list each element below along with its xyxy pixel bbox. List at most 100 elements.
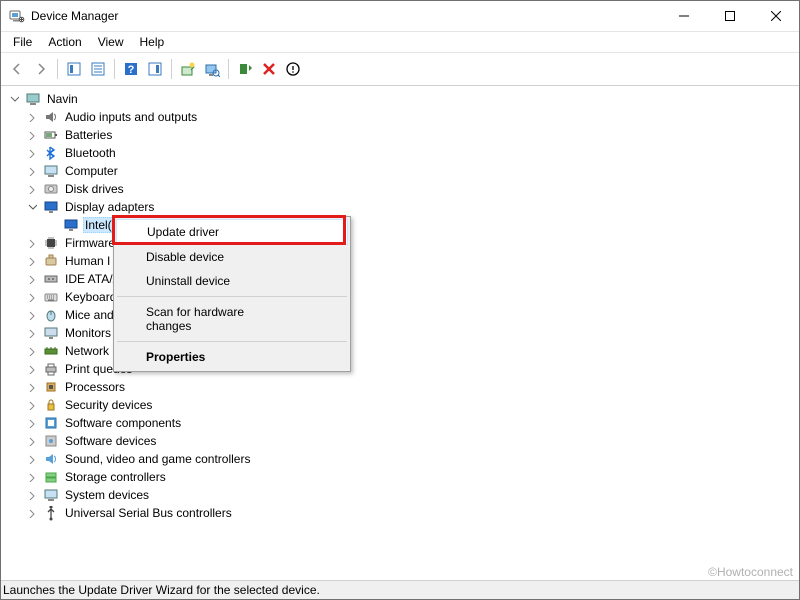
ctx-separator	[117, 296, 347, 297]
device-tree[interactable]: Navin Audio inputs and outputsBatteries B…	[1, 86, 799, 580]
minimize-button[interactable]	[661, 1, 707, 31]
printer-icon	[43, 361, 59, 377]
collapse-icon[interactable]	[7, 92, 21, 106]
expand-icon[interactable]	[25, 398, 39, 412]
disk-icon	[43, 181, 59, 197]
expand-icon[interactable]	[25, 380, 39, 394]
ctx-separator	[117, 341, 347, 342]
close-button[interactable]	[753, 1, 799, 31]
tree-category-display[interactable]: Display adapters	[5, 198, 799, 216]
tree-category-computer[interactable]: Computer	[5, 162, 799, 180]
expand-icon[interactable]	[25, 236, 39, 250]
expand-icon[interactable]	[25, 308, 39, 322]
category-label: Keyboard	[63, 289, 118, 305]
expand-icon[interactable]	[25, 128, 39, 142]
expand-icon[interactable]	[25, 146, 39, 160]
tree-category-processors[interactable]: Processors	[5, 378, 799, 396]
statusbar: Launches the Update Driver Wizard for th…	[1, 580, 799, 599]
tree-category-storage[interactable]: Storage controllers	[5, 468, 799, 486]
sound-icon	[43, 451, 59, 467]
tree-category-sound[interactable]: Sound, video and game controllers	[5, 450, 799, 468]
category-label: Processors	[63, 379, 127, 395]
softdev-icon	[43, 433, 59, 449]
toolbar-separator	[171, 59, 172, 79]
toolbar-separator	[57, 59, 58, 79]
enable-device-icon[interactable]	[233, 57, 257, 81]
speaker-icon	[43, 109, 59, 125]
watermark: ©Howtoconnect	[708, 565, 793, 579]
tree-category-softcomp[interactable]: Software components	[5, 414, 799, 432]
maximize-button[interactable]	[707, 1, 753, 31]
expand-icon[interactable]	[25, 470, 39, 484]
tree-category-batteries[interactable]: Batteries	[5, 126, 799, 144]
ctx-update-driver[interactable]: Update driver	[116, 219, 348, 245]
toolbar-separator	[114, 59, 115, 79]
uninstall-device-icon[interactable]	[281, 57, 305, 81]
toolbar-icon-1[interactable]	[62, 57, 86, 81]
chip-icon	[43, 235, 59, 251]
category-label: System devices	[63, 487, 151, 503]
toolbar-icon-3[interactable]	[143, 57, 167, 81]
svg-text:?: ?	[128, 64, 135, 76]
battery-icon	[43, 127, 59, 143]
category-label: Storage controllers	[63, 469, 168, 485]
help-icon[interactable]: ?	[119, 57, 143, 81]
menu-file[interactable]: File	[5, 33, 40, 51]
usb-icon	[43, 505, 59, 521]
menu-view[interactable]: View	[90, 33, 132, 51]
titlebar: Device Manager	[1, 1, 799, 32]
tree-category-system[interactable]: System devices	[5, 486, 799, 504]
category-label: Batteries	[63, 127, 114, 143]
category-label: Software components	[63, 415, 183, 431]
hid-icon	[43, 253, 59, 269]
expand-icon[interactable]	[25, 182, 39, 196]
category-label: Firmware	[63, 235, 117, 251]
expand-icon[interactable]	[25, 434, 39, 448]
expand-icon[interactable]	[25, 488, 39, 502]
expand-icon[interactable]	[25, 506, 39, 520]
expand-icon[interactable]	[25, 272, 39, 286]
expand-icon[interactable]	[25, 254, 39, 268]
menu-help[interactable]: Help	[132, 33, 173, 51]
ctx-disable-device[interactable]: Disable device	[116, 245, 348, 269]
ctx-uninstall-device[interactable]: Uninstall device	[116, 269, 348, 293]
category-label: Sound, video and game controllers	[63, 451, 252, 467]
expand-icon[interactable]	[25, 362, 39, 376]
expand-icon[interactable]	[25, 110, 39, 124]
tree-root[interactable]: Navin	[5, 90, 799, 108]
tree-category-audio[interactable]: Audio inputs and outputs	[5, 108, 799, 126]
category-label: Mice and	[63, 307, 116, 323]
category-label: Display adapters	[63, 199, 156, 215]
menu-action[interactable]: Action	[40, 33, 89, 51]
display-icon	[43, 199, 59, 215]
ctx-properties[interactable]: Properties	[116, 345, 348, 369]
disable-device-icon[interactable]	[257, 57, 281, 81]
update-driver-icon[interactable]	[176, 57, 200, 81]
tree-category-usb[interactable]: Universal Serial Bus controllers	[5, 504, 799, 522]
tree-category-security[interactable]: Security devices	[5, 396, 799, 414]
expand-icon[interactable]	[25, 416, 39, 430]
category-label: Monitors	[63, 325, 113, 341]
expand-icon[interactable]	[25, 326, 39, 340]
network-icon	[43, 343, 59, 359]
tree-category-disk[interactable]: Disk drives	[5, 180, 799, 198]
tree-category-softdev[interactable]: Software devices	[5, 432, 799, 450]
expand-icon[interactable]	[25, 344, 39, 358]
tree-category-bluetooth[interactable]: Bluetooth	[5, 144, 799, 162]
computer-icon	[25, 91, 41, 107]
context-menu: Update driver Disable device Uninstall d…	[113, 216, 351, 372]
expand-icon[interactable]	[25, 452, 39, 466]
forward-button[interactable]	[29, 57, 53, 81]
security-icon	[43, 397, 59, 413]
category-label: Bluetooth	[63, 145, 118, 161]
root-label: Navin	[45, 91, 80, 107]
back-button[interactable]	[5, 57, 29, 81]
ctx-scan-hardware[interactable]: Scan for hardware changes	[116, 300, 348, 338]
display-icon	[63, 217, 79, 233]
collapse-icon[interactable]	[25, 200, 39, 214]
scan-hardware-icon[interactable]	[200, 57, 224, 81]
expand-icon[interactable]	[25, 164, 39, 178]
toolbar-icon-2[interactable]	[86, 57, 110, 81]
keyboard-icon	[43, 289, 59, 305]
expand-icon[interactable]	[25, 290, 39, 304]
